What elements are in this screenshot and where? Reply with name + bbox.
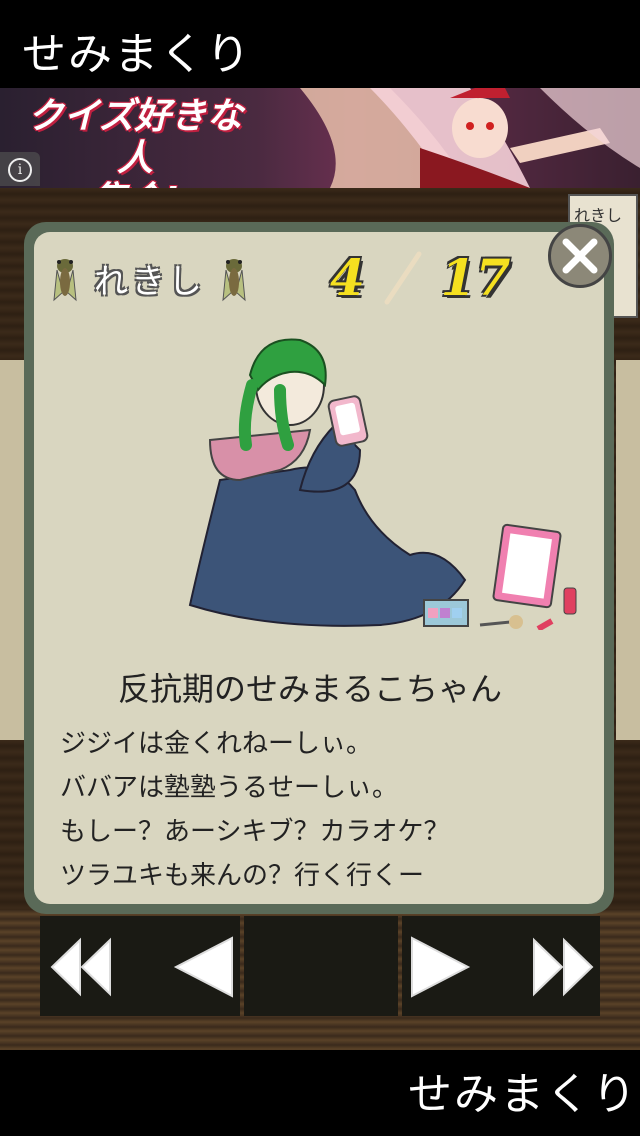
page-counter: 4 17	[330, 248, 510, 307]
ad-banner[interactable]: クイズ好きな人 集合! i	[0, 88, 640, 188]
ad-anime-art	[300, 88, 640, 188]
footer-title: せみまくり	[408, 1069, 638, 1120]
first-page-button[interactable]	[48, 932, 118, 1002]
slash-divider	[384, 251, 422, 304]
cicada-icon	[222, 259, 246, 302]
entry-description: ジジイは金くれねーしぃ。 ババアは塾塾うるせーしぃ。 もしー？あーシキブ？カラオ…	[60, 722, 580, 898]
last-page-button[interactable]	[526, 932, 596, 1002]
ad-line-1: クイズ好きな人	[27, 96, 243, 179]
top-bar: せみまくり	[0, 0, 640, 88]
entry-title: 反抗期のせみまるこちゃん	[117, 670, 502, 708]
category-label: れきし	[94, 261, 205, 302]
card-header: れきし	[52, 250, 247, 306]
entry-line: もしー？あーシキブ？カラオケ？	[60, 817, 450, 847]
character-illustration	[188, 338, 577, 630]
navigation-bar	[0, 912, 640, 1016]
app-title: せみまくり	[22, 29, 252, 80]
nav-cell-middle	[244, 916, 398, 1016]
next-page-button[interactable]	[404, 932, 474, 1002]
current-page: 4	[330, 248, 365, 307]
entry-line: ツラユキも来んの？行く行くー	[60, 861, 425, 891]
close-icon	[562, 238, 598, 274]
previous-page-button[interactable]	[170, 932, 240, 1002]
close-button[interactable]	[548, 224, 612, 288]
background-screen-left	[0, 360, 24, 740]
cicada-icon	[53, 259, 77, 302]
ad-info-button[interactable]: i	[0, 152, 40, 186]
background-screen-right	[616, 360, 640, 740]
info-icon: i	[8, 158, 32, 182]
ad-headline: クイズ好きな人 集合!	[10, 96, 260, 188]
ad-line-2: 集合!	[10, 180, 260, 188]
entry-line: ババアは塾塾うるせーしぃ。	[60, 773, 399, 803]
total-pages: 17	[440, 248, 511, 307]
entry-line: ジジイは金くれねーしぃ。	[60, 729, 373, 759]
